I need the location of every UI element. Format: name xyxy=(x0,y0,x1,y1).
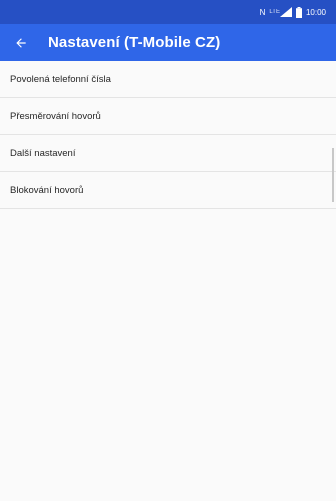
list-item-label: Další nastavení xyxy=(10,147,76,159)
list-item-label: Přesměrování hovorů xyxy=(10,110,101,122)
list-item-label: Povolená telefonní čísla xyxy=(10,73,111,85)
lte-label: LTE xyxy=(269,9,280,15)
back-button[interactable] xyxy=(0,24,42,61)
scrollbar[interactable] xyxy=(332,148,334,202)
battery-icon xyxy=(295,6,302,18)
list-item-fixed-dialing-numbers[interactable]: Povolená telefonní čísla xyxy=(0,61,336,98)
list-item-label: Blokování hovorů xyxy=(10,184,84,196)
app-toolbar: Nastavení (T-Mobile CZ) xyxy=(0,24,336,61)
nfc-indicator: N xyxy=(259,7,266,17)
arrow-back-icon xyxy=(16,37,26,48)
clock: 10:00 xyxy=(305,7,326,17)
list-item-call-blocking[interactable]: Blokování hovorů xyxy=(0,172,336,209)
list-item-call-forwarding[interactable]: Přesměrování hovorů xyxy=(0,98,336,135)
status-bar: N LTE 10:00 xyxy=(0,0,336,24)
settings-list: Povolená telefonní čísla Přesměrování ho… xyxy=(0,61,336,209)
lte-signal-icon: LTE xyxy=(269,7,292,17)
page-title: Nastavení (T-Mobile CZ) xyxy=(48,34,221,51)
list-item-additional-settings[interactable]: Další nastavení xyxy=(0,135,336,172)
